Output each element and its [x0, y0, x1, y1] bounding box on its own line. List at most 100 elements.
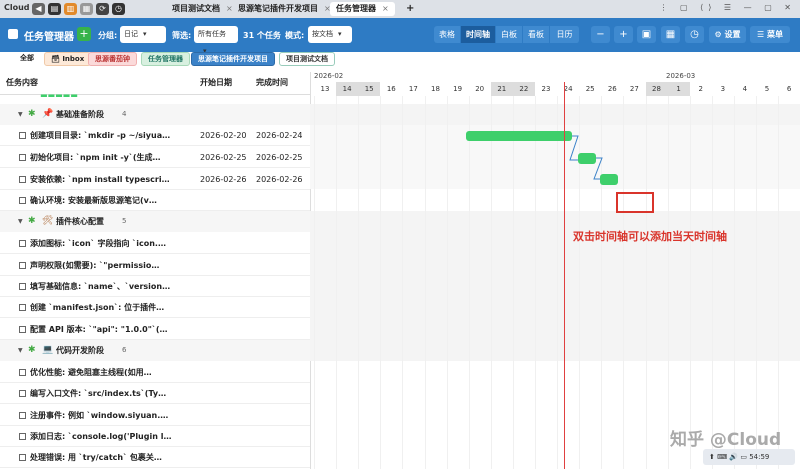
day-cell[interactable]: 21: [490, 82, 513, 96]
day-cell[interactable]: 5: [756, 82, 778, 96]
group-row[interactable]: ▼ ✱ 📌 基础准备阶段 4: [0, 104, 310, 125]
view-whiteboard-button[interactable]: 白板: [496, 26, 523, 43]
gantt-bar[interactable]: [466, 131, 572, 141]
task-checkbox[interactable]: [19, 283, 26, 290]
task-checkbox[interactable]: [19, 326, 26, 333]
view-calendar-button[interactable]: 日历: [550, 26, 580, 43]
sync-icon[interactable]: ⟳: [96, 3, 109, 15]
category-all[interactable]: 全部: [14, 52, 40, 66]
task-checkbox[interactable]: [19, 132, 26, 139]
collapse-icon[interactable]: ▼: [18, 340, 23, 361]
header-start-date[interactable]: 开始日期: [200, 72, 232, 94]
settings-button[interactable]: ⚙ 设置: [709, 26, 746, 43]
category-test-doc[interactable]: 项目测试文档: [279, 52, 335, 66]
day-cell[interactable]: 2: [690, 82, 712, 96]
gantt-timeline[interactable]: 2026-02 2026-03 13 14 15 16 17 18 19 20 21 22 23 24…: [310, 72, 800, 469]
task-checkbox[interactable]: [19, 390, 26, 397]
task-end[interactable]: 2026-02-25: [256, 147, 303, 168]
window-controls[interactable]: ⋮ ▢ ⟨⟩ ☰ — ▢ ✕: [660, 3, 797, 12]
task-checkbox[interactable]: [19, 176, 26, 183]
task-checkbox[interactable]: [19, 197, 26, 204]
task-checkbox[interactable]: [19, 454, 26, 461]
view-timeline-button[interactable]: 时间轴: [461, 26, 496, 43]
back-icon[interactable]: ◀: [32, 3, 45, 15]
day-cell[interactable]: 18: [425, 82, 447, 96]
table-row[interactable]: 初始化项目: `npm init -y`(生成… 2026-02-25 2026-0…: [0, 147, 310, 168]
calendar-icon[interactable]: ▦: [661, 26, 680, 43]
category-inbox[interactable]: 🗃 Inbox: [44, 52, 92, 66]
collapse-icon[interactable]: ▼: [18, 211, 23, 232]
day-cell[interactable]: 15: [358, 82, 381, 96]
history-icon[interactable]: ◷: [112, 3, 125, 15]
new-tab-button[interactable]: +: [400, 2, 420, 16]
day-cell[interactable]: 6: [778, 82, 800, 96]
task-checkbox[interactable]: [19, 154, 26, 161]
table-row[interactable]: 处理错误: 用 `try/catch` 包裹关…: [0, 447, 310, 468]
notebook-icon[interactable]: ▤: [48, 3, 61, 15]
menu-button[interactable]: ☰ 菜单: [750, 26, 790, 43]
table-row[interactable]: 安装依赖: `npm install typescri… 2026-02-26 20…: [0, 169, 310, 190]
day-cell[interactable]: 19: [447, 82, 469, 96]
table-row[interactable]: 优化性能: 避免阻塞主线程(如用…: [0, 362, 310, 383]
day-cell[interactable]: 20: [469, 82, 491, 96]
tab-task-manager[interactable]: 任务管理器 ×: [330, 2, 395, 16]
task-end[interactable]: 2026-02-24: [256, 125, 303, 146]
mode-select[interactable]: 按文档: [308, 26, 352, 43]
view-table-button[interactable]: 表格: [434, 26, 461, 43]
category-task-manager[interactable]: 任务管理器: [141, 52, 190, 66]
collapse-icon[interactable]: ▼: [18, 104, 23, 125]
day-cell[interactable]: 3: [712, 82, 734, 96]
table-row[interactable]: 创建项目目录: `mkdir -p ~/siyua… 2026-02-20 2026…: [0, 125, 310, 146]
tab-test-doc[interactable]: 项目测试文档 ×: [166, 2, 239, 16]
task-checkbox[interactable]: [19, 369, 26, 376]
tab-plugin-project[interactable]: 思源笔记插件开发项目 ×: [232, 2, 337, 16]
layout-icon[interactable]: ▦: [80, 3, 93, 15]
day-cell[interactable]: 22: [512, 82, 535, 96]
filter-select[interactable]: 所有任务: [194, 26, 238, 43]
category-pomodoro[interactable]: 思源番茄钟: [88, 52, 137, 66]
task-checkbox[interactable]: [19, 304, 26, 311]
table-row[interactable]: 填写基础信息: `name`、`version…: [0, 276, 310, 297]
view-kanban-button[interactable]: 看板: [523, 26, 550, 43]
table-row[interactable]: 确认环境: 安装最新版思源笔记(v…: [0, 190, 310, 211]
close-icon[interactable]: ×: [382, 4, 389, 13]
table-row[interactable]: 声明权限(如需要): `"permissio…: [0, 255, 310, 276]
day-cell[interactable]: 14: [336, 82, 359, 96]
day-cell[interactable]: 4: [734, 82, 756, 96]
day-cell[interactable]: 27: [623, 82, 645, 96]
day-cell[interactable]: 24: [557, 82, 579, 96]
day-cell[interactable]: 17: [402, 82, 424, 96]
task-start[interactable]: 2026-02-25: [200, 147, 247, 168]
table-row[interactable]: 添加日志: `console.log('Plugin l…: [0, 426, 310, 447]
table-row[interactable]: 创建 `manifest.json`: 位于插件…: [0, 297, 310, 318]
table-row[interactable]: 编写入口文件: `src/index.ts`(Ty…: [0, 383, 310, 404]
group-select[interactable]: 日记: [120, 26, 166, 43]
table-row[interactable]: 添加图标: `icon` 字段指向 `icon.…: [0, 233, 310, 254]
table-row[interactable]: 配置 API 版本: `"api": "1.0.0"`(…: [0, 319, 310, 340]
task-checkbox[interactable]: [19, 412, 26, 419]
task-start[interactable]: 2026-02-20: [200, 125, 247, 146]
task-checkbox[interactable]: [19, 433, 26, 440]
header-end-date[interactable]: 完成时间: [256, 72, 288, 94]
task-end[interactable]: 2026-02-26: [256, 169, 303, 190]
day-cell[interactable]: 25: [579, 82, 601, 96]
zoom-out-icon[interactable]: −: [591, 26, 610, 43]
day-cell[interactable]: 23: [535, 82, 557, 96]
zoom-in-icon[interactable]: +: [614, 26, 633, 43]
clock-icon[interactable]: ◷: [685, 26, 704, 43]
add-task-button[interactable]: +: [77, 27, 91, 41]
doc-icon[interactable]: ▥: [64, 3, 77, 15]
day-cell[interactable]: 13: [314, 82, 336, 96]
header-task-content[interactable]: 任务内容: [6, 72, 38, 94]
category-plugin-project[interactable]: 思源笔记插件开发项目: [191, 52, 275, 66]
day-cell[interactable]: 28: [645, 82, 668, 96]
task-start[interactable]: 2026-02-26: [200, 169, 247, 190]
task-checkbox[interactable]: [19, 240, 26, 247]
day-cell[interactable]: 16: [380, 82, 402, 96]
group-row[interactable]: ▼ ✱ 💻 代码开发阶段 6: [0, 340, 310, 361]
table-row[interactable]: 注册事件: 例如 `window.siyuan.…: [0, 405, 310, 426]
task-checkbox[interactable]: [19, 262, 26, 269]
day-cell[interactable]: 26: [601, 82, 623, 96]
group-row[interactable]: ▼ ✱ 🛠 插件核心配置 5: [0, 211, 310, 232]
expand-icon[interactable]: ▣: [637, 26, 656, 43]
